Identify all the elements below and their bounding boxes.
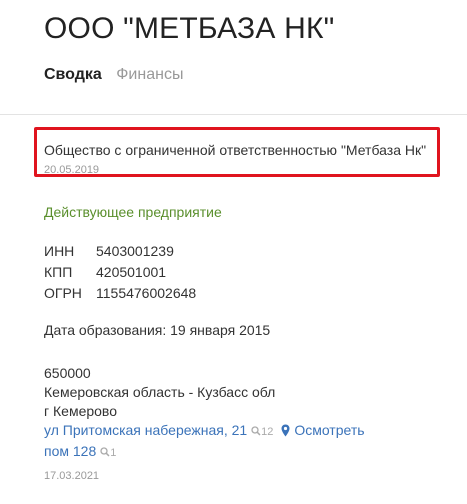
founded-date: Дата образования: 19 января 2015	[44, 322, 271, 338]
view-link-label: Осмотреть	[294, 422, 365, 438]
address-region: Кемеровская область - Кузбасс обл	[44, 384, 276, 400]
room-link[interactable]: пом 128	[44, 443, 96, 459]
page-title: ООО "МЕТБАЗА НК"	[44, 12, 335, 45]
tabs: Сводка Финансы	[44, 66, 193, 84]
address-street-row: ул Притомская набережная, 21 12 Осмотреть	[44, 421, 365, 442]
ogrn-row: ОГРН 1155476002648	[44, 283, 196, 304]
inn-row: ИНН 5403001239	[44, 241, 196, 262]
tab-finance[interactable]: Финансы	[116, 66, 183, 84]
search-icon	[251, 426, 261, 436]
ogrn-label: ОГРН	[44, 285, 82, 301]
inn-value: 5403001239	[96, 243, 174, 259]
kpp-value: 420501001	[96, 264, 167, 280]
view-link[interactable]: Осмотреть	[273, 422, 365, 438]
tab-summary[interactable]: Сводка	[44, 66, 102, 84]
codes-block: ИНН 5403001239 КПП 420501001 ОГРН 115547600…	[44, 241, 196, 304]
kpp-row: КПП 420501001	[44, 262, 196, 283]
name-date: 20.05.2019	[44, 164, 100, 176]
street-count-value: 12	[261, 426, 274, 438]
address-date: 17.03.2021	[44, 470, 100, 482]
search-icon	[100, 447, 110, 457]
divider	[0, 114, 467, 115]
address-city: г Кемерово	[44, 403, 117, 419]
street-link[interactable]: ул Притомская набережная, 21	[44, 422, 247, 438]
inn-label: ИНН	[44, 243, 75, 259]
street-search-count[interactable]: 12	[251, 426, 273, 438]
company-status: Действующее предприятие	[44, 204, 222, 220]
address-block: 650000 Кемеровская область - Кузбасс обл…	[44, 364, 365, 463]
company-full-name: Общество с ограниченной ответственностью…	[44, 142, 427, 158]
address-zip: 650000	[44, 365, 91, 381]
map-pin-icon	[281, 424, 290, 437]
address-room-row: пом 128 1	[44, 442, 365, 463]
room-search-count[interactable]: 1	[100, 447, 116, 459]
kpp-label: КПП	[44, 264, 73, 280]
ogrn-value: 1155476002648	[96, 285, 197, 301]
room-count-value: 1	[110, 447, 117, 459]
